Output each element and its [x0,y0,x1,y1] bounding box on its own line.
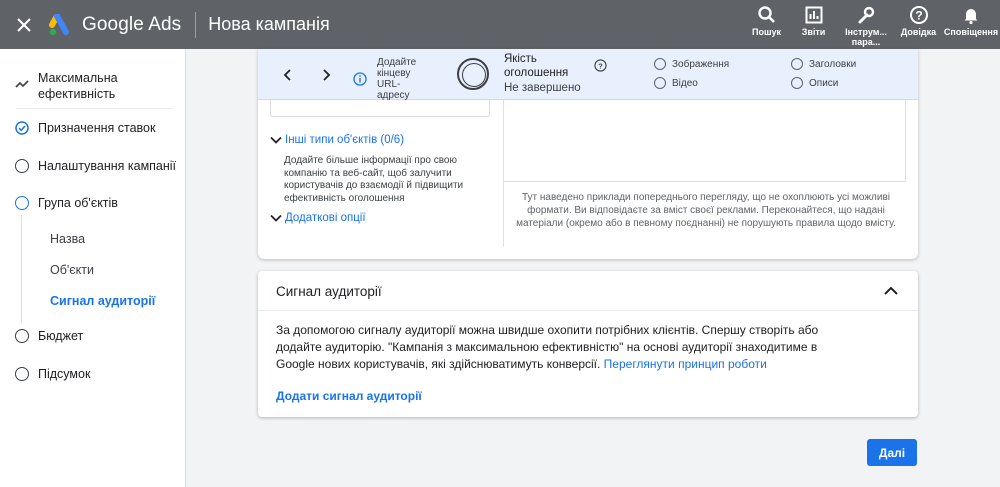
next-arrow-icon[interactable] [318,67,334,83]
ad-quality-label: Якість оголошення [504,53,569,79]
campaign-steps-sidebar: Максимальна ефективність Призначення став… [0,49,186,487]
chevron-down-icon [270,136,282,144]
sidebar-subitem-assets[interactable]: Об'єкти [50,263,94,277]
learn-how-it-works-link[interactable]: Переглянути принцип роботи [604,357,767,371]
asset-status-descriptions: Описи [791,77,838,89]
search-button[interactable]: Пошук [743,0,790,49]
current-step-circle-icon [15,196,29,210]
check-circle-icon [15,121,29,135]
notifications-button[interactable]: Сповіщення [942,0,1000,49]
sidebar-item-label: Налаштування кампанії [38,159,177,173]
chevron-up-icon[interactable] [882,282,900,300]
reports-icon [805,6,822,24]
sidebar-item-budget[interactable]: Бюджет [0,328,185,346]
ad-preview-area [504,99,906,182]
preview-disclaimer: Тут наведено приклади попереднього перег… [516,192,896,229]
notifications-label: Сповіщення [943,27,999,37]
sidebar-item-max-performance[interactable]: Максимальна ефективність [0,69,185,103]
close-icon [17,17,31,32]
ad-quality-status: Не завершено [504,82,581,94]
next-button[interactable]: Далі [867,439,917,466]
add-audience-signal-button[interactable]: Додати сигнал аудиторії [276,389,422,403]
search-label: Пошук [752,27,781,37]
additional-options-toggle[interactable]: Додаткові опції [269,211,366,225]
audience-signal-title: Сигнал аудиторії [276,284,382,299]
search-icon [757,6,775,23]
top-app-bar: Google Ads Нова кампанія Пошук Звіти Інс… [0,0,1000,49]
app-name: Google Ads [82,13,182,35]
reports-button[interactable]: Звіти [790,0,837,49]
wrench-icon [858,6,875,24]
final-url-hint: Додайте кінцеву URL- адресу [377,57,417,101]
ad-quality-ring-icon [457,58,489,90]
page-scrollbar[interactable] [990,49,1000,487]
sidebar-item-label: Призначення ставок [38,121,156,135]
sidebar-item-label: Підсумок [38,367,91,381]
bell-icon [964,9,978,25]
asset-status-images: Зображення [654,58,729,70]
other-asset-types-toggle[interactable]: Інші типи об'єктів (0/6) [269,133,404,147]
help-icon: ? [909,6,928,24]
google-ads-logo-icon [49,13,69,35]
sidebar-item-label: Група об'єктів [38,196,118,210]
status-circle-icon [791,77,803,89]
asset-status-headlines: Заголовки [791,58,856,70]
chevron-down-icon [270,214,282,222]
tools-settings-button[interactable]: Інструм... пара... [837,0,895,49]
audience-signal-card: Сигнал аудиторії За допомогою сигналу ау… [258,271,918,417]
svg-text:?: ? [915,9,922,23]
audience-signal-description: За допомогою сигналу аудиторії можна шви… [276,323,819,371]
tools-label: Інструм... пара... [845,27,887,47]
previous-arrow-icon[interactable] [280,67,296,83]
step-circle-icon [15,159,29,173]
other-asset-types-description: Додайте більше інформації про свою компа… [284,155,464,204]
audience-signal-header[interactable]: Сигнал аудиторії [258,271,918,311]
reports-label: Звіти [801,27,826,37]
trend-icon [15,80,29,88]
sidebar-item-label: Бюджет [38,329,84,343]
asset-status-videos: Відео [654,77,698,89]
ad-quality-bar: Додайте кінцеву URL- адресу Якість оголош… [258,49,918,101]
help-circle-icon[interactable]: ? [594,59,607,72]
sidebar-item-campaign-settings[interactable]: Налаштування кампанії [0,158,185,176]
status-circle-icon [654,77,666,89]
sidebar-divider [16,108,172,109]
info-icon [353,72,367,86]
sidebar-item-bidding[interactable]: Призначення ставок [0,120,185,138]
page-title: Нова кампанія [208,14,330,34]
help-label: Довідка [900,27,937,37]
sidebar-subitem-audience-signal[interactable]: Сигнал аудиторії [50,294,155,308]
step-circle-icon [15,367,29,381]
sidebar-item-label: Максимальна ефективність [38,71,118,101]
step-circle-icon [15,329,29,343]
final-url-input[interactable] [270,99,490,117]
step-connector-line [21,215,22,323]
sidebar-item-asset-group[interactable]: Група об'єктів [0,195,185,213]
title-divider [195,11,197,38]
close-button[interactable] [0,0,48,49]
sidebar-item-summary[interactable]: Підсумок [0,366,185,384]
help-button[interactable]: ? Довідка [895,0,942,49]
svg-text:?: ? [598,61,603,70]
status-circle-icon [791,58,803,70]
status-circle-icon [654,58,666,70]
google-ads-logo[interactable]: Google Ads [48,13,193,36]
sidebar-subitem-name[interactable]: Назва [50,232,85,246]
